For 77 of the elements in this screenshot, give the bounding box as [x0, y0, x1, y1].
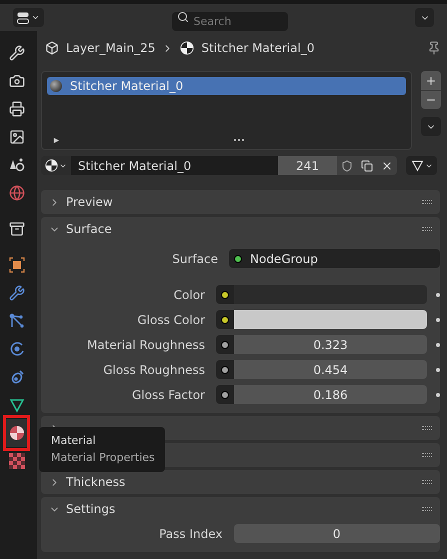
socket-button[interactable]	[216, 360, 234, 379]
socket-button[interactable]	[216, 385, 234, 404]
drag-grip-icon[interactable]	[422, 507, 432, 511]
property-label: Color	[172, 286, 206, 304]
socket-icon[interactable]	[221, 316, 229, 324]
property-label: Material Roughness	[86, 336, 206, 354]
search-icon	[176, 11, 188, 23]
number-field[interactable]: 0.323	[234, 335, 427, 354]
property-label: Surface	[171, 250, 219, 268]
fake-user-button[interactable]	[337, 156, 357, 175]
user-count-field[interactable]: 241	[278, 156, 337, 175]
drag-grip-icon[interactable]	[422, 426, 432, 430]
tooltip-description: Material Properties	[51, 450, 156, 466]
socket-button[interactable]	[216, 285, 234, 304]
editor-type-button[interactable]	[13, 8, 44, 27]
node-link-field[interactable]: NodeGroup	[247, 249, 440, 268]
particles-icon	[8, 313, 24, 329]
tooltip-title: Material	[51, 433, 97, 449]
orbit-icon	[8, 341, 24, 357]
number-field[interactable]: 0	[234, 524, 440, 543]
socket-icon[interactable]	[221, 390, 229, 398]
caret-icon	[31, 13, 40, 22]
pin-icon[interactable]	[427, 41, 441, 55]
copy-icon	[361, 160, 373, 172]
unlink-button[interactable]	[377, 156, 397, 175]
material-sphere-icon	[180, 41, 194, 55]
color-swatch[interactable]	[234, 310, 427, 329]
wrench-icon	[8, 45, 24, 61]
drag-grip-icon[interactable]	[422, 227, 432, 231]
object-icon	[8, 257, 24, 273]
checker-icon	[8, 453, 24, 469]
panel-title[interactable]: Preview	[66, 193, 113, 211]
material-name-field[interactable]: Stitcher Material_0	[71, 156, 278, 175]
socket-icon[interactable]	[221, 290, 229, 298]
panel-title[interactable]: Settings	[66, 500, 116, 518]
link-mode-button[interactable]	[406, 156, 437, 175]
material-sphere-icon	[45, 159, 58, 172]
socket-button[interactable]	[216, 310, 234, 329]
scene-icon	[8, 157, 24, 173]
property-label: Gloss Color	[136, 312, 206, 328]
panel-title[interactable]: Surface	[66, 220, 112, 238]
object-icon	[45, 41, 59, 55]
camera-icon	[8, 73, 24, 89]
drag-grip-icon[interactable]	[422, 200, 432, 204]
search-field[interactable]: Search	[172, 12, 288, 31]
box-icon	[8, 221, 24, 237]
socket-icon[interactable]	[221, 366, 229, 374]
property-label: Pass Index	[158, 526, 224, 542]
number-field[interactable]: 0.454	[234, 360, 427, 379]
socket-icon[interactable]	[234, 254, 242, 262]
triangle-mesh-icon	[410, 159, 424, 172]
toggle-icon	[17, 12, 29, 24]
breadcrumb-item: Stitcher Material_0	[201, 40, 314, 57]
plus-icon	[425, 74, 437, 86]
drag-grip-icon[interactable]	[422, 453, 432, 457]
globe-icon	[8, 185, 24, 201]
socket-button[interactable]	[216, 335, 234, 354]
shield-icon	[341, 160, 353, 172]
color-swatch[interactable]	[234, 285, 427, 304]
drag-grip-icon[interactable]	[422, 480, 432, 484]
resize-grip-icon[interactable]	[234, 139, 244, 142]
image-stack-icon	[8, 129, 24, 145]
material-sphere-icon	[8, 425, 24, 441]
number-field[interactable]: 0.186	[234, 385, 427, 404]
socket-button[interactable]	[229, 249, 247, 268]
printer-icon	[8, 101, 24, 117]
browse-material-button[interactable]	[41, 156, 71, 175]
property-label: Gloss Factor	[130, 386, 206, 404]
socket-icon[interactable]	[221, 340, 229, 348]
breadcrumb-item: Layer_Main_25	[66, 40, 156, 57]
panel-title[interactable]: Thickness	[66, 473, 126, 491]
close-icon	[381, 160, 393, 172]
property-label: Gloss Roughness	[102, 362, 206, 378]
wrench-icon	[8, 285, 24, 301]
expand-triangle-icon[interactable]	[53, 137, 60, 144]
material-slot[interactable]: Stitcher Material_0	[47, 77, 406, 95]
triangle-mesh-icon	[8, 397, 24, 413]
